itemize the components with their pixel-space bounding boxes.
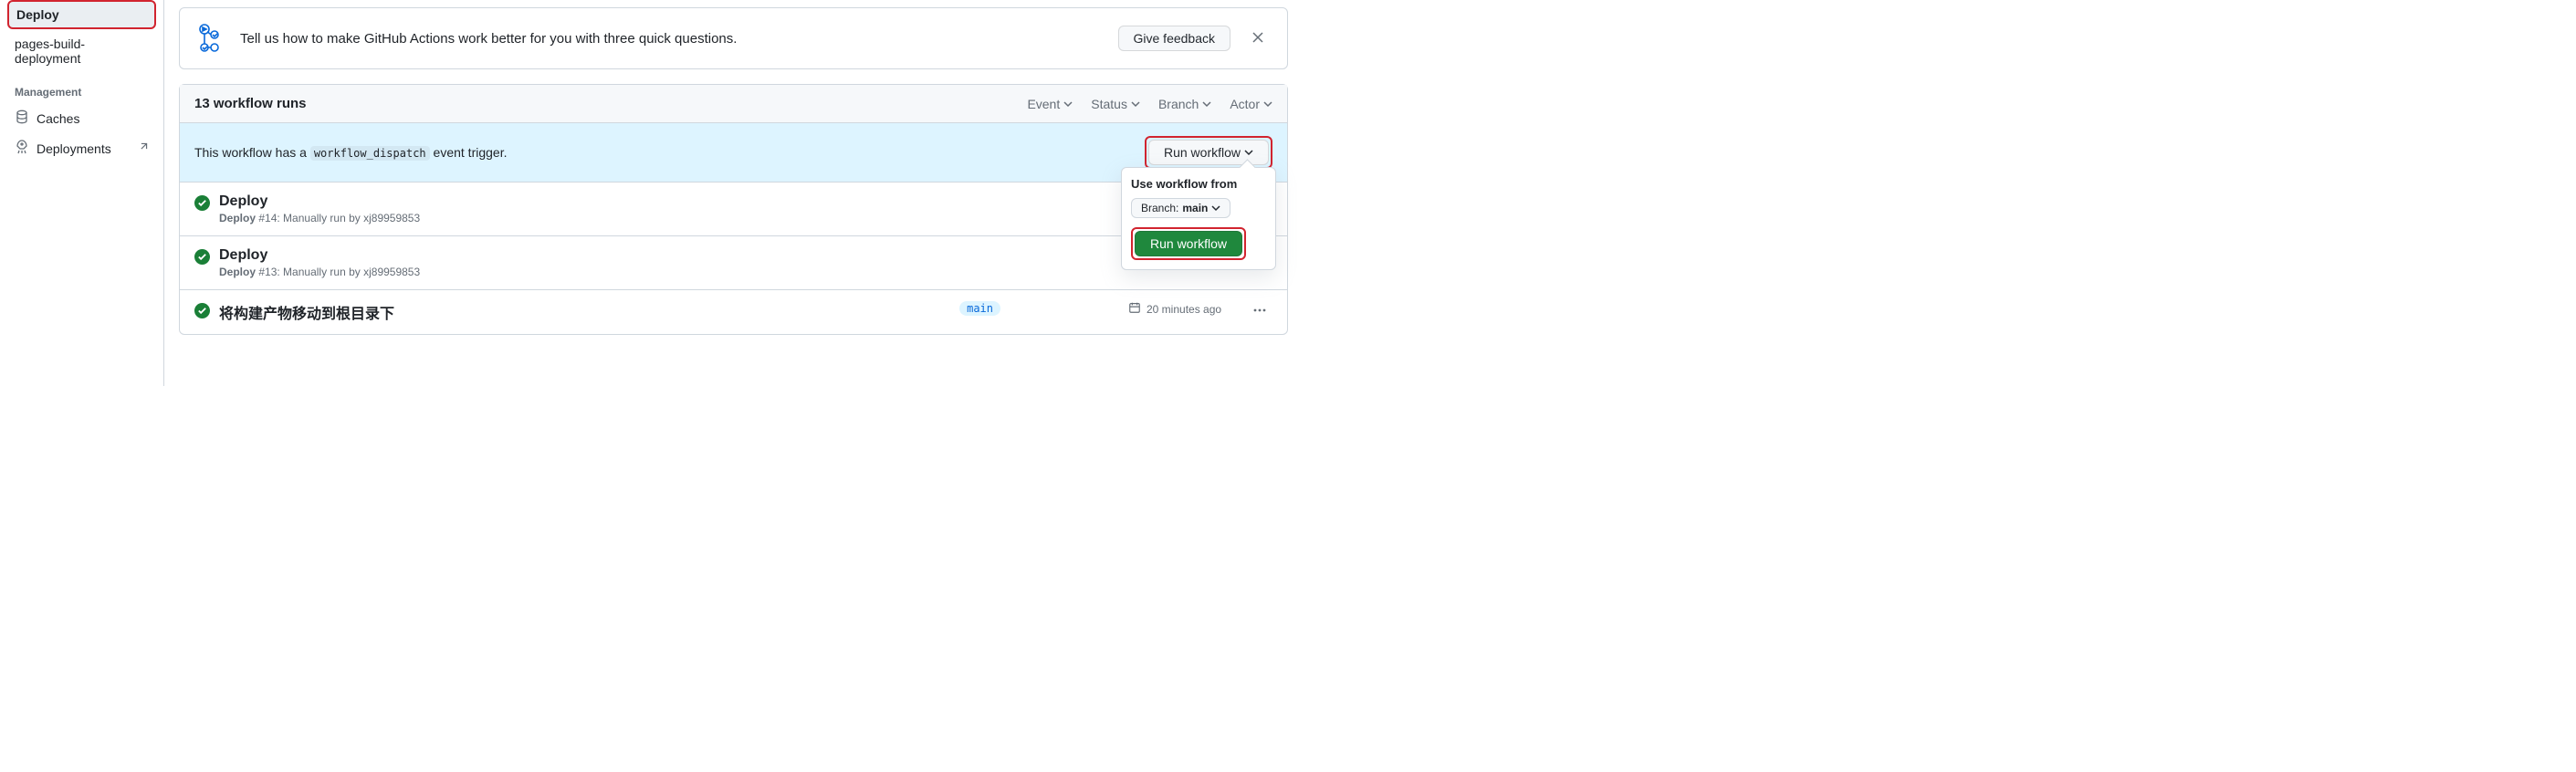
success-icon bbox=[194, 195, 210, 211]
run-workflow-dropdown-button[interactable]: Run workflow bbox=[1148, 140, 1269, 165]
run-title[interactable]: 将构建产物移动到根目录下 bbox=[219, 301, 950, 323]
banner-text: Tell us how to make GitHub Actions work … bbox=[240, 31, 1102, 47]
sidebar-item-label: Caches bbox=[37, 111, 79, 126]
filter-actor[interactable]: Actor bbox=[1230, 97, 1272, 111]
run-title[interactable]: Deploy bbox=[219, 193, 1272, 210]
sidebar-item-deploy[interactable]: Deploy bbox=[7, 0, 156, 29]
give-feedback-button[interactable]: Give feedback bbox=[1118, 26, 1231, 51]
workflow-runs-box: 13 workflow runs Event Status Branch Act… bbox=[179, 84, 1288, 335]
rocket-icon bbox=[15, 140, 29, 157]
run-main: Deploy Deploy #14: Manually run by xj899… bbox=[219, 193, 1272, 224]
sidebar-item-caches[interactable]: Caches bbox=[7, 104, 156, 132]
run-workflow-button[interactable]: Run workflow bbox=[1135, 231, 1242, 256]
filter-branch[interactable]: Branch bbox=[1158, 97, 1211, 111]
actions-icon bbox=[198, 23, 224, 54]
success-icon bbox=[194, 249, 210, 265]
branch-select[interactable]: Branch: main bbox=[1131, 198, 1230, 218]
sidebar-item-deployments[interactable]: Deployments bbox=[7, 134, 156, 162]
sidebar-section-management: Management bbox=[7, 73, 156, 104]
kebab-icon[interactable] bbox=[1247, 301, 1272, 322]
branch-tag[interactable]: main bbox=[959, 301, 1000, 316]
sidebar-item-pages-build[interactable]: pages-build-deployment bbox=[7, 31, 156, 71]
success-icon bbox=[194, 303, 210, 318]
run-subtitle: Deploy #13: Manually run by xj89959853 bbox=[219, 266, 1119, 278]
filter-status[interactable]: Status bbox=[1091, 97, 1140, 111]
run-workflow-popover: Use workflow from Branch: main Run workf… bbox=[1121, 167, 1276, 270]
dispatch-code: workflow_dispatch bbox=[310, 146, 430, 161]
runs-count: 13 workflow runs bbox=[194, 96, 1009, 111]
run-main: Deploy Deploy #13: Manually run by xj899… bbox=[219, 247, 1119, 278]
runs-header: 13 workflow runs Event Status Branch Act… bbox=[180, 85, 1287, 123]
run-workflow-button-highlight: Run workflow bbox=[1131, 227, 1246, 260]
workflow-run-row[interactable]: 将构建产物移动到根目录下 main 20 minutes ago bbox=[180, 290, 1287, 334]
feedback-banner: Tell us how to make GitHub Actions work … bbox=[179, 7, 1288, 69]
sidebar-item-label: Deployments bbox=[37, 141, 111, 156]
sidebar-item-label: pages-build-deployment bbox=[15, 37, 149, 66]
main-content: Tell us how to make GitHub Actions work … bbox=[164, 0, 1288, 386]
run-main: 将构建产物移动到根目录下 bbox=[219, 301, 950, 323]
external-link-icon bbox=[137, 141, 149, 156]
sidebar-item-label: Deploy bbox=[16, 7, 59, 22]
run-meta: 20 minutes ago bbox=[1128, 301, 1238, 317]
run-workflow-highlight: Run workflow bbox=[1145, 136, 1272, 169]
run-title[interactable]: Deploy bbox=[219, 247, 1119, 264]
run-time: 20 minutes ago bbox=[1147, 303, 1221, 316]
sidebar: Deploy pages-build-deployment Management… bbox=[0, 0, 164, 386]
database-icon bbox=[15, 110, 29, 127]
dispatch-row: This workflow has a workflow_dispatch ev… bbox=[180, 123, 1287, 183]
dispatch-message: This workflow has a workflow_dispatch ev… bbox=[194, 145, 1145, 160]
filter-event[interactable]: Event bbox=[1027, 97, 1073, 111]
calendar-icon bbox=[1128, 301, 1141, 317]
popover-title: Use workflow from bbox=[1131, 177, 1266, 191]
run-subtitle: Deploy #14: Manually run by xj89959853 bbox=[219, 212, 1272, 224]
close-icon[interactable] bbox=[1247, 26, 1269, 51]
